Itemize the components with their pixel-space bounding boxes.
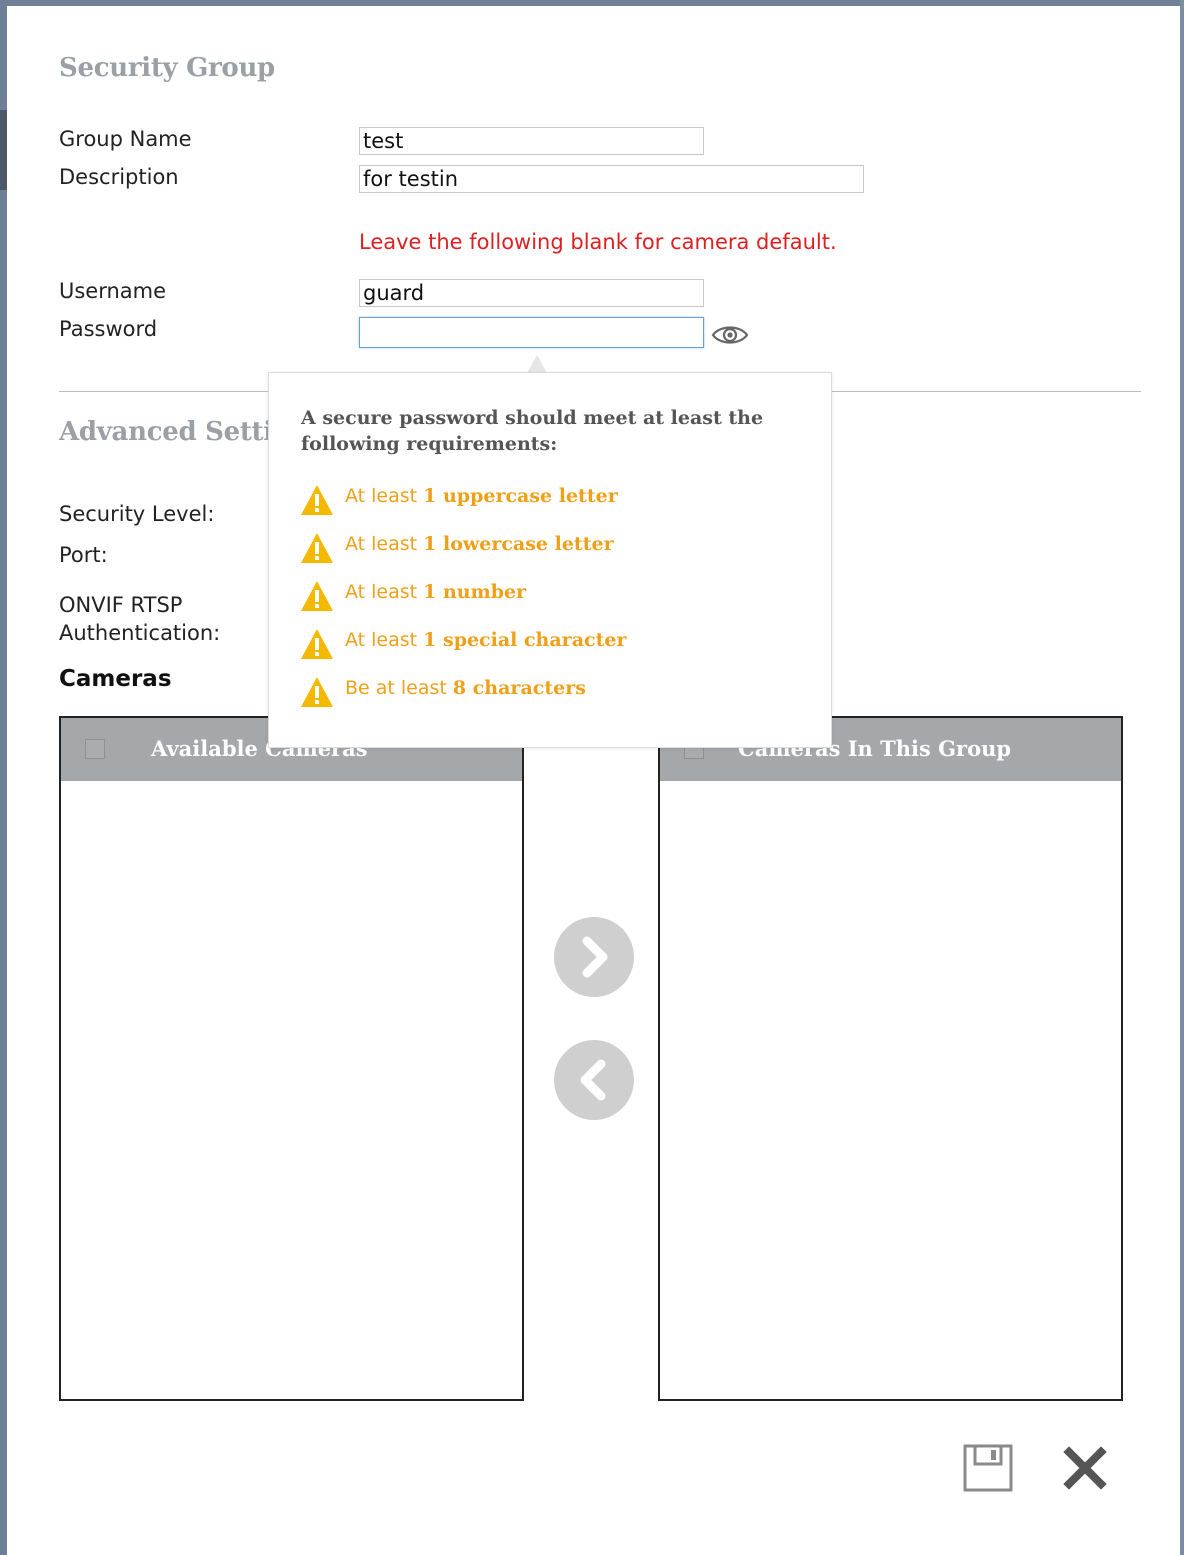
- eye-icon[interactable]: [710, 322, 750, 348]
- password-label: Password: [59, 317, 158, 341]
- security-level-label: Security Level:: [59, 502, 215, 526]
- requirement-prefix: At least: [345, 629, 424, 651]
- available-cameras-list[interactable]: Available Cameras: [59, 716, 524, 1401]
- close-icon: [1063, 1446, 1107, 1490]
- port-label: Port:: [59, 543, 108, 567]
- password-field[interactable]: [359, 317, 704, 348]
- floppy-disk-icon: [963, 1444, 1013, 1492]
- chevron-right-icon: [582, 936, 608, 978]
- warning-icon: [301, 485, 333, 515]
- section-title-advanced-settings: Advanced Setti: [59, 417, 273, 447]
- save-button[interactable]: [963, 1444, 1013, 1492]
- move-right-button[interactable]: [554, 917, 634, 997]
- requirement-prefix: At least: [345, 533, 424, 555]
- username-field[interactable]: [359, 279, 704, 307]
- warning-icon: [301, 677, 333, 707]
- group-name-label: Group Name: [59, 127, 192, 151]
- requirement-rule: 1 number: [423, 581, 527, 603]
- section-title-security-group: Security Group: [59, 53, 275, 83]
- popover-title: A secure password should meet at least t…: [301, 407, 764, 455]
- window-right-edge: [1180, 0, 1184, 1555]
- select-all-available-checkbox[interactable]: [85, 739, 105, 759]
- requirement-rule: 1 lowercase letter: [423, 533, 614, 555]
- requirement-text: At least 1 special character: [345, 629, 626, 651]
- requirement-rule: 8 characters: [452, 677, 586, 699]
- window-left-edge-mark: [0, 110, 7, 190]
- requirement-text: At least 1 uppercase letter: [345, 485, 618, 507]
- requirement-rule: 1 uppercase letter: [423, 485, 618, 507]
- group-name-field[interactable]: [359, 127, 704, 155]
- requirement-text: At least 1 lowercase letter: [345, 533, 614, 555]
- camera-default-note: Leave the following blank for camera def…: [359, 230, 837, 254]
- requirement-text: Be at least 8 characters: [345, 677, 586, 699]
- move-left-button[interactable]: [554, 1040, 634, 1120]
- password-requirements-popover: A secure password should meet at least t…: [268, 372, 832, 748]
- close-button[interactable]: [1063, 1446, 1107, 1490]
- popover-caret: [527, 355, 547, 373]
- requirement-prefix: Be at least: [345, 677, 453, 699]
- description-field[interactable]: [359, 165, 864, 193]
- window-left-edge: [0, 0, 7, 1555]
- group-cameras-list[interactable]: Cameras In This Group: [658, 716, 1123, 1401]
- cameras-title: Cameras: [59, 666, 172, 692]
- description-label: Description: [59, 165, 179, 189]
- requirement-prefix: At least: [345, 485, 424, 507]
- warning-icon: [301, 629, 333, 659]
- onvif-label-line1: ONVIF RTSP: [59, 593, 183, 617]
- requirement-prefix: At least: [345, 581, 424, 603]
- warning-icon: [301, 533, 333, 563]
- window-top-edge: [0, 0, 1184, 6]
- username-label: Username: [59, 279, 167, 303]
- requirement-text: At least 1 number: [345, 581, 526, 603]
- onvif-label-line2: Authentication:: [59, 621, 221, 645]
- warning-icon: [301, 581, 333, 611]
- chevron-left-icon: [580, 1059, 606, 1101]
- requirement-rule: 1 special character: [423, 629, 627, 651]
